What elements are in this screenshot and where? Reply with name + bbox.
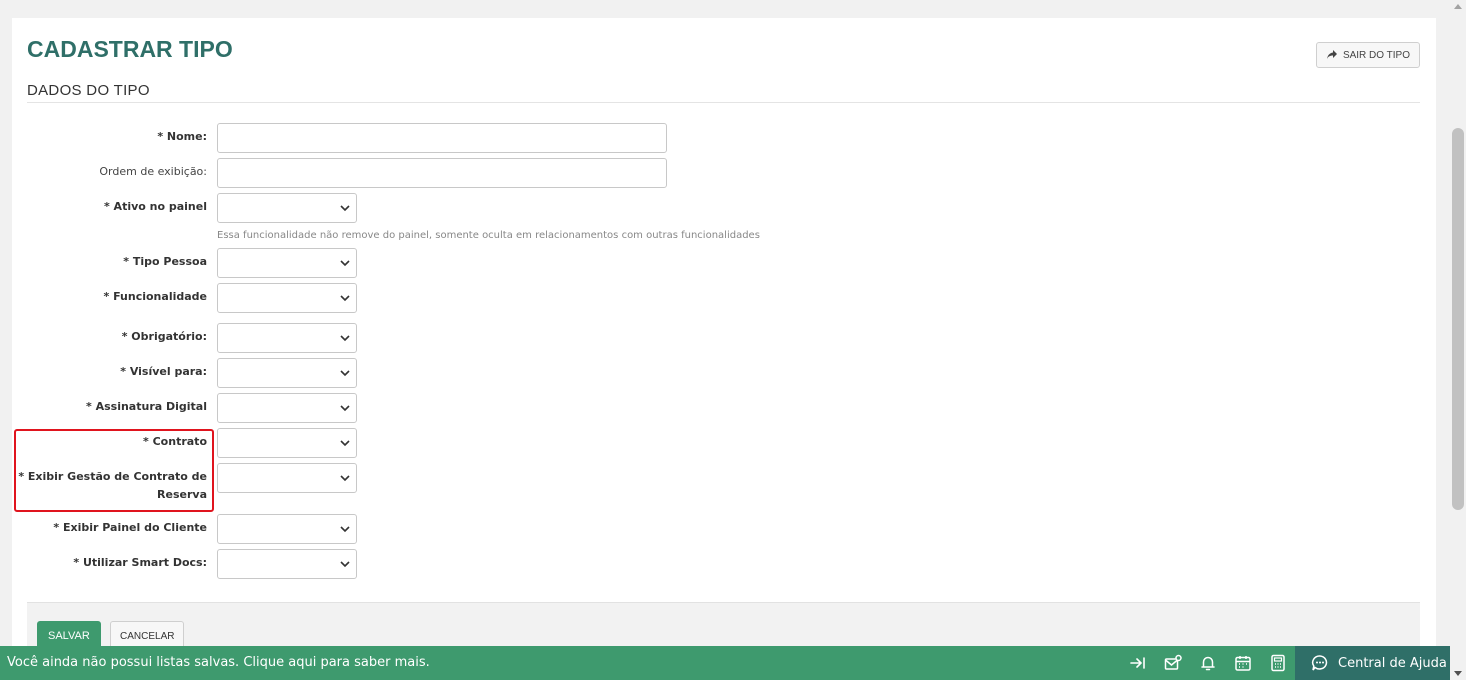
- nome-input[interactable]: [217, 123, 667, 153]
- share-arrow-icon: [1326, 50, 1337, 59]
- ativo-label: * Ativo no painel: [103, 200, 207, 213]
- collapse-icon[interactable]: [1128, 654, 1148, 672]
- contrato-label: * Contrato: [143, 435, 207, 448]
- help-center-label: Central de Ajuda: [1338, 655, 1447, 671]
- chevron-down-icon: [340, 474, 350, 481]
- ativo-select[interactable]: [217, 193, 357, 223]
- chevron-down-icon: [340, 294, 350, 301]
- assinatura-label: * Assinatura Digital: [86, 400, 207, 413]
- painel-cliente-select[interactable]: [217, 514, 357, 544]
- assinatura-select[interactable]: [217, 393, 357, 423]
- scroll-up-arrow-icon[interactable]: [1454, 4, 1462, 9]
- help-center-button[interactable]: Central de Ajuda: [1295, 646, 1450, 680]
- chevron-down-icon: [340, 259, 350, 266]
- smart-docs-label: * Utilizar Smart Docs:: [73, 556, 207, 569]
- nome-label: * Nome:: [157, 130, 207, 143]
- section-divider: [27, 102, 1420, 103]
- chevron-down-icon: [340, 369, 350, 376]
- chat-icon: [1311, 655, 1328, 671]
- visivel-label: * Visível para:: [120, 365, 207, 378]
- chevron-down-icon: [340, 204, 350, 211]
- ativo-hint: Essa funcionalidade não remove do painel…: [217, 230, 760, 241]
- scroll-thumb[interactable]: [1452, 128, 1464, 510]
- contrato-select[interactable]: [217, 428, 357, 458]
- ordem-label: Ordem de exibição:: [99, 165, 207, 178]
- page-title: CADASTRAR TIPO: [27, 36, 233, 62]
- calculator-icon[interactable]: [1268, 654, 1288, 672]
- mail-badge-icon[interactable]: [1163, 654, 1183, 672]
- gestao-contrato-label-line1: * Exibir Gestão de Contrato de: [18, 470, 207, 483]
- visivel-select[interactable]: [217, 358, 357, 388]
- ordem-input[interactable]: [217, 158, 667, 188]
- gestao-contrato-select[interactable]: [217, 463, 357, 493]
- funcionalidade-label: * Funcionalidade: [103, 290, 208, 303]
- chevron-down-icon: [340, 334, 350, 341]
- bell-icon[interactable]: [1198, 654, 1218, 672]
- exit-type-button[interactable]: SAIR DO TIPO: [1315, 42, 1420, 68]
- tipo-pessoa-select[interactable]: [217, 248, 357, 278]
- chevron-down-icon: [340, 525, 350, 532]
- page-scrollbar[interactable]: [1450, 0, 1466, 680]
- obrigatorio-label: * Obrigatório:: [121, 330, 207, 343]
- exit-type-label: SAIR DO TIPO: [1342, 49, 1410, 61]
- calendar-icon[interactable]: [1233, 654, 1253, 672]
- chevron-down-icon: [340, 560, 350, 567]
- chevron-down-icon: [340, 404, 350, 411]
- tipo-pessoa-label: * Tipo Pessoa: [123, 255, 207, 268]
- scroll-down-arrow-icon[interactable]: [1454, 671, 1462, 676]
- bottom-bar: Você ainda não possui listas salvas. Cli…: [0, 646, 1450, 680]
- obrigatorio-select[interactable]: [217, 323, 357, 353]
- main-panel: CADASTRAR TIPO SAIR DO TIPO DADOS DO TIP…: [12, 18, 1436, 658]
- painel-cliente-label: * Exibir Painel do Cliente: [53, 521, 207, 534]
- saved-lists-message[interactable]: Você ainda não possui listas salvas. Cli…: [7, 655, 430, 670]
- section-title: DADOS DO TIPO: [27, 82, 150, 99]
- chevron-down-icon: [340, 439, 350, 446]
- smart-docs-select[interactable]: [217, 549, 357, 579]
- gestao-contrato-label-line2: Reserva: [157, 488, 207, 501]
- funcionalidade-select[interactable]: [217, 283, 357, 313]
